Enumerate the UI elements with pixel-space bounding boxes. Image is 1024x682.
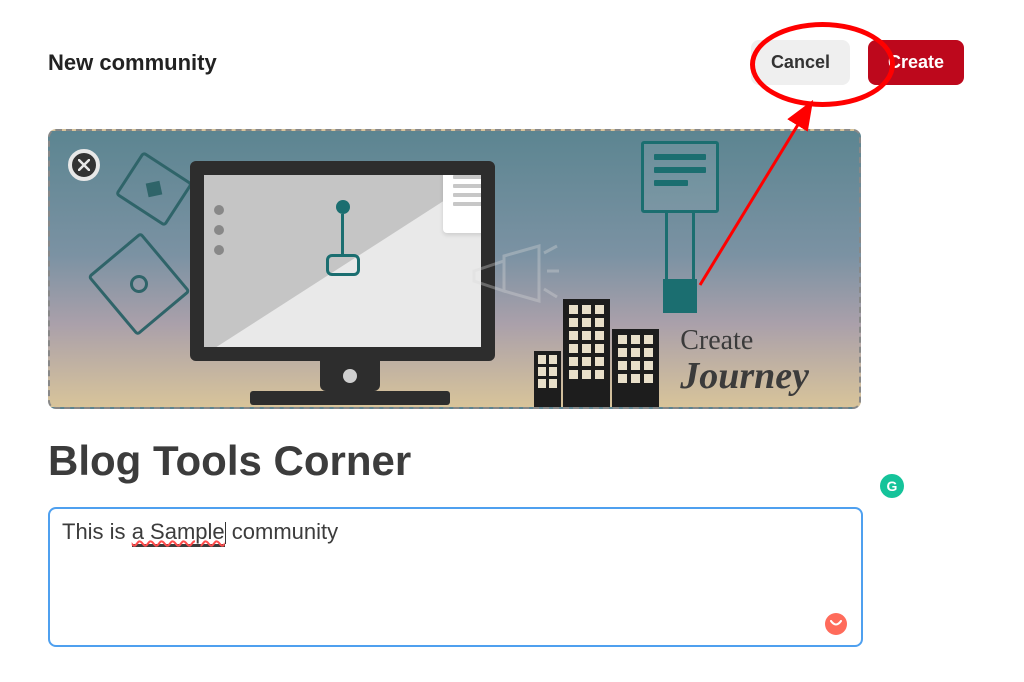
description-input[interactable]: This is a Sample community bbox=[48, 507, 863, 647]
banner-text-line2: Journey bbox=[680, 357, 809, 395]
description-spellcheck: a Sample bbox=[132, 519, 225, 547]
description-suffix: community bbox=[226, 519, 338, 544]
create-button[interactable]: Create bbox=[868, 40, 964, 85]
remove-cover-button[interactable] bbox=[68, 149, 100, 181]
signboard-illustration bbox=[641, 141, 719, 323]
cancel-button[interactable]: Cancel bbox=[751, 40, 850, 85]
community-name-input[interactable]: Blog Tools Corner bbox=[48, 437, 964, 485]
grammarly-alert-icon[interactable] bbox=[825, 613, 847, 635]
monitor-illustration bbox=[190, 161, 510, 409]
description-text: This is a Sample community bbox=[62, 519, 338, 545]
banner-text-line1: Create bbox=[680, 325, 809, 357]
description-prefix: This is bbox=[62, 519, 132, 544]
decorative-hex-icon bbox=[119, 157, 189, 220]
grammarly-icon[interactable]: G bbox=[880, 474, 904, 498]
header: New community Cancel Create bbox=[48, 40, 964, 85]
buildings-illustration bbox=[534, 299, 659, 407]
smile-icon bbox=[830, 620, 842, 628]
header-buttons: Cancel Create bbox=[751, 40, 964, 85]
cover-image[interactable]: Create Journey bbox=[48, 129, 861, 409]
close-icon bbox=[78, 159, 90, 171]
decorative-tag-icon bbox=[97, 246, 181, 323]
page-title: New community bbox=[48, 50, 217, 76]
banner-text: Create Journey bbox=[680, 325, 809, 395]
